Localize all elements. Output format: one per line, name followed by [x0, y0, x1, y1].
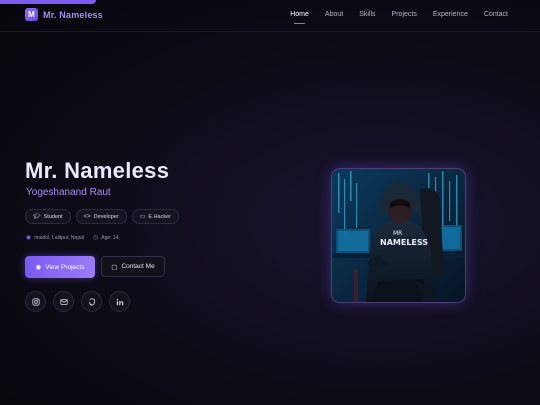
- role-chips: 🎓︎ Student <> Developer ▭ E.Hacker: [25, 209, 179, 224]
- instagram-icon[interactable]: [25, 291, 46, 312]
- hoodie-text-1: MR: [393, 230, 402, 237]
- hero-title: Mr. Nameless: [25, 158, 170, 183]
- hoodie-text-2: NAMELESS: [380, 238, 428, 247]
- logo[interactable]: M Mr. Nameless: [25, 8, 103, 21]
- monitor-icon: ▭: [139, 214, 146, 220]
- linkedin-icon[interactable]: [109, 291, 130, 312]
- hero-subtitle: Yogeshanand Raut: [26, 187, 111, 198]
- location: ◉ Imadol, Lalitpur, Nepal: [26, 234, 84, 241]
- eye-icon: ◉: [35, 264, 42, 271]
- nav-projects[interactable]: Projects: [392, 11, 417, 18]
- main-nav: Home About Skills Projects Experience Co…: [290, 11, 508, 24]
- chip-hacker: ▭ E.Hacker: [131, 209, 179, 224]
- chip-student: 🎓︎ Student: [25, 209, 71, 224]
- graduation-cap-icon: 🎓︎: [33, 214, 41, 220]
- nav-skills[interactable]: Skills: [359, 11, 375, 18]
- button-label: Contact Me: [121, 263, 155, 270]
- meta-info: ◉ Imadol, Lalitpur, Nepal ◷ Age: 14: [26, 234, 119, 241]
- hacker-illustration: MR NAMELESS: [332, 169, 465, 302]
- code-icon: <>: [83, 213, 91, 220]
- chip-developer: <> Developer: [75, 209, 127, 224]
- chip-label: Developer: [93, 213, 119, 220]
- view-projects-button[interactable]: ◉ View Projects: [25, 256, 95, 278]
- hero-buttons: ◉ View Projects ▢ Contact Me: [25, 256, 165, 278]
- button-label: View Projects: [45, 263, 85, 271]
- nav-home[interactable]: Home: [290, 11, 309, 24]
- mail-icon[interactable]: [53, 291, 74, 312]
- logo-mark: M: [25, 8, 38, 21]
- chat-icon: ▢: [111, 263, 118, 271]
- logo-text: Mr. Nameless: [43, 9, 103, 20]
- nav-contact[interactable]: Contact: [484, 11, 508, 18]
- social-links: [25, 291, 130, 312]
- map-pin-icon: ◉: [26, 235, 32, 241]
- age: ◷ Age: 14: [93, 234, 119, 241]
- profile-image: MR NAMELESS: [331, 168, 466, 303]
- nav-about[interactable]: About: [325, 11, 343, 18]
- chip-label: Student: [43, 213, 63, 220]
- clock-icon: ◷: [93, 235, 99, 241]
- github-icon[interactable]: [81, 291, 102, 312]
- age-text: Age: 14: [101, 235, 119, 241]
- chip-label: E.Hacker: [148, 213, 171, 220]
- nav-experience[interactable]: Experience: [433, 11, 468, 18]
- navbar: M Mr. Nameless Home About Skills Project…: [0, 0, 540, 32]
- contact-me-button[interactable]: ▢ Contact Me: [101, 256, 165, 277]
- location-text: Imadol, Lalitpur, Nepal: [34, 235, 85, 241]
